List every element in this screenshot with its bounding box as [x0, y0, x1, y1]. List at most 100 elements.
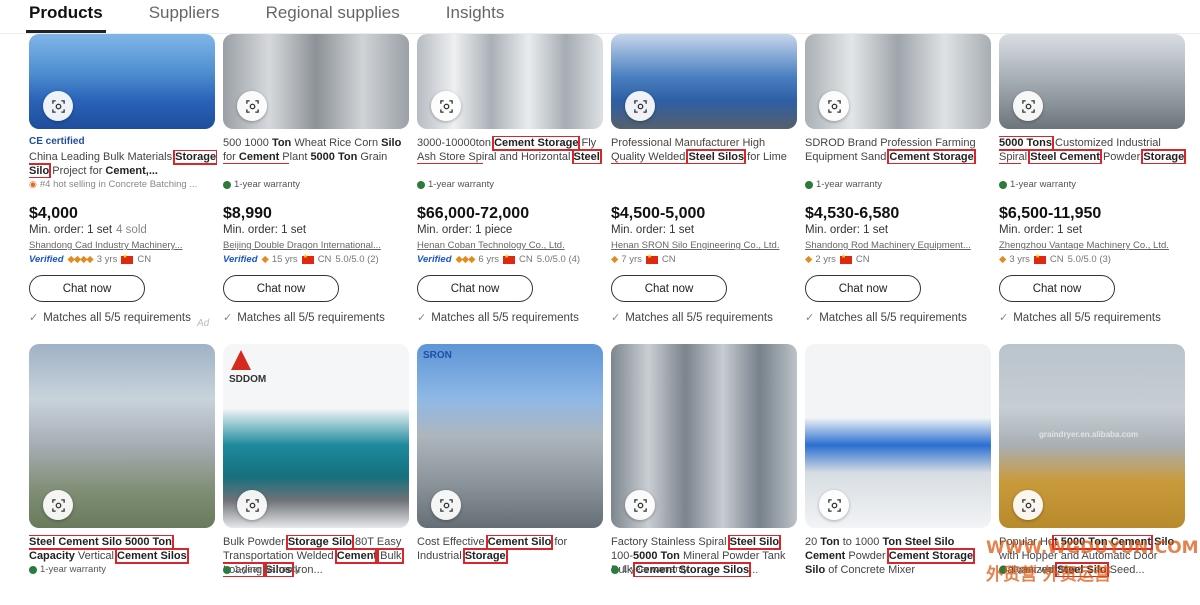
supplier-meta: Verified◆15 yrs CN5.0/5.0 (2) — [223, 253, 379, 266]
title-segment: Storage Silo — [285, 535, 355, 550]
chat-now-button[interactable]: Chat now — [417, 275, 533, 302]
chat-now-button[interactable]: Chat now — [805, 275, 921, 302]
image-search-icon[interactable] — [431, 91, 461, 121]
min-order-text: Min. order: 1 piece — [417, 224, 513, 236]
supplier-link[interactable]: Henan SRON Silo Engineering Co., Ltd. — [611, 240, 797, 251]
image-search-icon[interactable] — [625, 490, 655, 520]
title-segment: Wheat Rice Corn — [291, 137, 382, 149]
product-title[interactable]: China Leading Bulk Materials Storage Sil… — [29, 150, 217, 178]
tab-regional-supplies[interactable]: Regional supplies — [266, 0, 400, 33]
title-segment: Vertical — [74, 550, 118, 562]
warranty-info: 1-year warranty — [805, 179, 882, 190]
product-title[interactable]: 3000-10000ton Cement Storage Fly Ash Sto… — [417, 136, 605, 164]
check-icon: ✓ — [417, 312, 427, 324]
title-segment: Cement Silos — [115, 548, 189, 564]
sub-text: 1-year warranty — [1010, 179, 1076, 190]
image-brand-text: SDDOM — [229, 374, 267, 385]
min-order: Min. order: 1 set — [223, 224, 306, 236]
watermark: WWW.WGDUYUN.COM 外贸营 外贸运营 — [986, 538, 1199, 585]
tab-insights[interactable]: Insights — [446, 0, 505, 33]
ad-label: Ad — [197, 318, 210, 329]
store-rating: 5.0/5.0 (3) — [1067, 254, 1111, 265]
years-in-business: 3 yrs — [1009, 254, 1030, 265]
diamond-rating-icon: ◆◆◆ — [455, 254, 476, 265]
product-title[interactable]: 500 1000 Ton Wheat Rice Corn Silo for Ce… — [223, 136, 411, 164]
image-search-icon[interactable] — [1013, 91, 1043, 121]
chat-now-button[interactable]: Chat now — [223, 275, 339, 302]
title-segment: Plant — [279, 151, 311, 163]
product-title[interactable]: 5000 Tons Customized Industrial Spiral S… — [999, 136, 1187, 164]
requirements-match: ✓ Matches all 5/5 requirements — [29, 311, 191, 325]
supplier-level-icon: ◆ — [805, 254, 812, 265]
title-segment: Cement — [334, 548, 380, 564]
image-search-icon[interactable] — [625, 91, 655, 121]
supplier-meta: Verified◆◆◆◆3 yrs CN — [29, 253, 151, 266]
product-card[interactable]: 3000-10000ton Cement Storage Fly Ash Sto… — [417, 34, 605, 334]
tab-products[interactable]: Products — [26, 0, 106, 33]
product-card[interactable]: 5000 Tons Customized Industrial Spiral S… — [999, 34, 1187, 334]
min-order: Min. order: 1 set — [805, 224, 888, 236]
china-flag-icon — [301, 253, 314, 264]
title-segment: Project for — [49, 165, 106, 177]
image-search-icon[interactable] — [237, 490, 267, 520]
store-rating: 5.0/5.0 (4) — [536, 254, 581, 265]
image-search-icon[interactable] — [43, 91, 73, 121]
title-segment: 20 — [805, 536, 821, 548]
product-card[interactable]: Steel Cement Silo 5000 Ton Capacity Vert… — [29, 344, 217, 602]
image-search-icon[interactable] — [431, 490, 461, 520]
requirements-match: ✓ Matches all 5/5 requirements — [611, 311, 773, 325]
verified-badge: Verified — [29, 254, 64, 265]
chat-now-button[interactable]: Chat now — [999, 275, 1115, 302]
product-card[interactable]: SDROD Brand Profession Farming Equipment… — [805, 34, 993, 334]
country-code: CN — [519, 254, 533, 265]
tab-suppliers[interactable]: Suppliers — [149, 0, 220, 33]
years-in-business: 3 yrs — [96, 254, 118, 265]
title-segment: Steel Cement — [1028, 149, 1102, 164]
product-price: $6,500-11,950 — [999, 205, 1102, 222]
country-code: CN — [1049, 254, 1064, 265]
product-card[interactable]: SDDOM Bulk Powder Storage Silo 80T Easy T… — [223, 344, 411, 602]
product-price: $4,500-5,000 — [611, 205, 706, 222]
requirements-match: ✓ Matches all 5/5 requirements — [999, 311, 1161, 325]
supplier-link[interactable]: Shandong Rod Machinery Equipment... — [805, 240, 991, 251]
supplier-level-icon: ◆ — [999, 254, 1006, 265]
chat-now-button[interactable]: Chat now — [611, 275, 727, 302]
title-segment: Silo — [805, 564, 826, 576]
chat-now-button[interactable]: Chat now — [29, 275, 145, 302]
image-search-icon[interactable] — [819, 91, 849, 121]
supplier-link[interactable]: Henan Coban Technology Co., Ltd. — [417, 240, 603, 251]
product-price: $4,530-6,580 — [805, 205, 900, 222]
years-in-business: 6 yrs — [478, 254, 500, 265]
requirements-text: Matches all 5/5 requirements — [43, 311, 191, 324]
product-title[interactable]: Professional Manufacturer High Quality W… — [611, 136, 799, 164]
product-title[interactable]: 20 Ton to 1000 Ton Steel Silo Cement Pow… — [805, 535, 993, 577]
title-segment: Steel Cement Silo 5000 Ton — [29, 535, 174, 550]
product-card[interactable]: CE certified China Leading Bulk Materials… — [29, 34, 217, 334]
image-search-icon[interactable] — [237, 91, 267, 121]
warranty-info: 1-year warranty — [999, 179, 1076, 190]
supplier-meta: ◆7 yrs CN — [611, 253, 676, 266]
product-card[interactable]: 20 Ton to 1000 Ton Steel Silo Cement Pow… — [805, 344, 993, 602]
supplier-link[interactable]: Shandong Cad Industry Machinery... — [29, 240, 215, 251]
supplier-meta: ◆2 yrs CN — [805, 253, 870, 266]
requirements-match: ✓ Matches all 5/5 requirements — [223, 311, 385, 325]
image-search-icon[interactable] — [1013, 490, 1043, 520]
supplier-link[interactable]: Beijing Double Dragon International... — [223, 240, 409, 251]
min-order-text: Min. order: 1 set — [999, 224, 1083, 236]
check-icon: ✓ — [223, 312, 233, 324]
product-card[interactable]: SRON Cost Effective Cement Silo for Indus… — [417, 344, 605, 602]
title-segment: Cement,... — [105, 165, 158, 177]
verified-badge: Verified — [417, 254, 452, 265]
sub-text: 1-year warranty — [234, 564, 300, 575]
image-brand-text: SRON — [423, 350, 452, 361]
product-card[interactable]: Factory Stainless Spiral Steel Silo 100-… — [611, 344, 799, 602]
product-title[interactable]: SDROD Brand Profession Farming Equipment… — [805, 136, 993, 164]
title-segment: Cement — [238, 151, 280, 163]
product-title[interactable]: Cost Effective Cement Silo for Industria… — [417, 535, 605, 577]
product-card[interactable]: Professional Manufacturer High Quality W… — [611, 34, 799, 334]
image-search-icon[interactable] — [43, 490, 73, 520]
product-card[interactable]: 500 1000 Ton Wheat Rice Corn Silo for Ce… — [223, 34, 411, 334]
requirements-text: Matches all 5/5 requirements — [431, 311, 579, 324]
supplier-link[interactable]: Zhengzhou Vantage Machinery Co., Ltd. — [999, 240, 1185, 251]
image-search-icon[interactable] — [819, 490, 849, 520]
